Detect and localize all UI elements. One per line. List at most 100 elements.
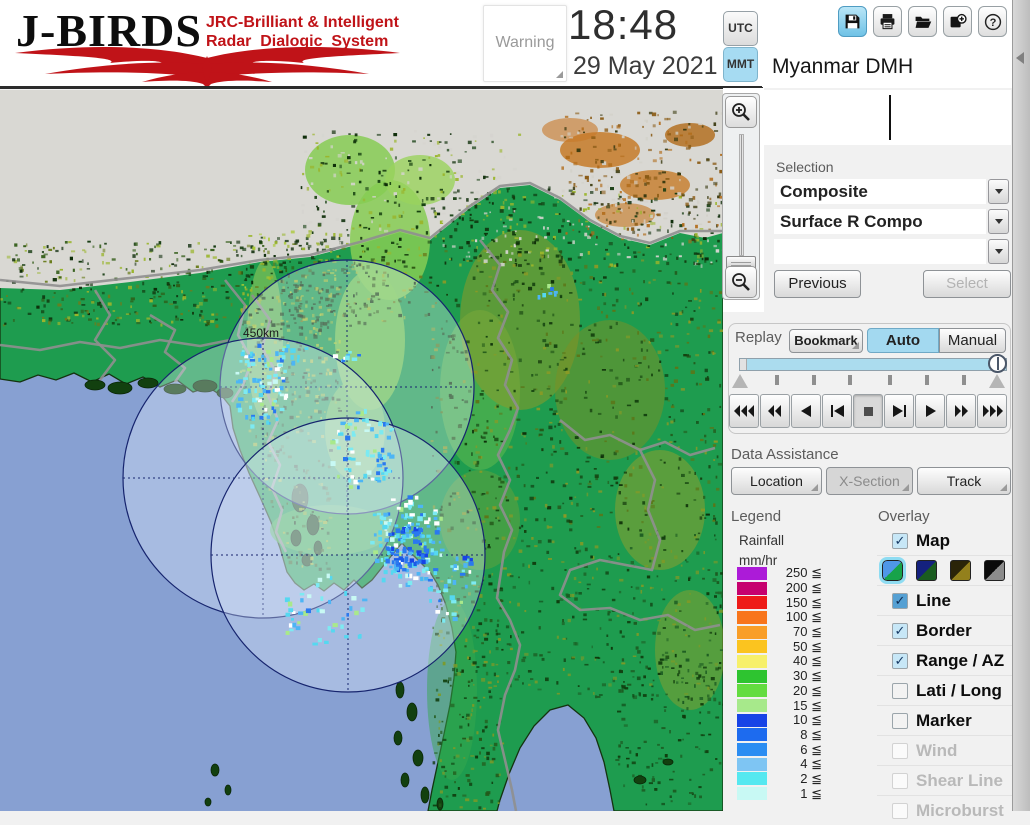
step-forward-button[interactable]: [884, 394, 914, 428]
manual-mode-button[interactable]: Manual: [939, 328, 1006, 353]
step-backward-icon: [830, 405, 844, 417]
fast-rewind-3-button[interactable]: [729, 394, 759, 428]
map-style-swatch[interactable]: [916, 560, 937, 581]
location-button[interactable]: Location: [731, 467, 822, 495]
overlay-row: Microburst: [877, 795, 1012, 825]
legend-label: Legend: [731, 508, 782, 525]
overlay-row: Wind: [877, 735, 1012, 765]
replay-label: Replay: [735, 329, 782, 346]
wind-checkbox: [892, 742, 908, 759]
toolbar: ?: [838, 6, 1007, 37]
range-az-checkbox[interactable]: ✓: [892, 652, 908, 669]
bookmark-button[interactable]: Bookmark: [789, 329, 863, 353]
play-backward-button[interactable]: [791, 394, 821, 428]
new-window-button[interactable]: [943, 6, 972, 37]
legend-color-swatch: [737, 728, 767, 742]
open-folder-icon: [915, 16, 931, 28]
fast-rewind-2-button[interactable]: [760, 394, 790, 428]
step-backward-button[interactable]: [822, 394, 852, 428]
help-icon: ?: [984, 13, 1001, 30]
zoom-out-button[interactable]: [725, 266, 757, 298]
overlay-label: Overlay: [878, 508, 930, 525]
track-button[interactable]: Track: [917, 467, 1011, 495]
range-end-marker[interactable]: [989, 374, 1005, 388]
legend-value: 200 ≦: [785, 580, 822, 596]
legend-value: 30 ≦: [793, 668, 822, 684]
data-assistance-label: Data Assistance: [731, 446, 839, 463]
select-button[interactable]: Select: [923, 270, 1011, 298]
legend-row: 2 ≦: [737, 771, 827, 787]
range-start-marker[interactable]: [732, 374, 748, 388]
legend-color-swatch: [737, 713, 767, 727]
header-divider: [0, 86, 763, 89]
map-canvas: 450km: [0, 90, 723, 811]
slider-tick: [775, 375, 779, 385]
map-style-swatch[interactable]: [879, 557, 906, 584]
x-section-button[interactable]: X-Section: [826, 467, 913, 495]
station-info-box[interactable]: [764, 90, 1011, 145]
legend-color-swatch: [737, 654, 767, 668]
category-dropdown-button[interactable]: [988, 179, 1009, 204]
slider-tick: [812, 375, 816, 385]
help-button[interactable]: ?: [978, 6, 1007, 37]
legend-color-swatch: [737, 610, 767, 624]
map-checkbox[interactable]: ✓: [892, 532, 908, 549]
zoom-slider-track[interactable]: [739, 134, 744, 256]
legend-color-swatch: [737, 566, 767, 580]
legend-row: 4 ≦: [737, 756, 827, 772]
option-dropdown-value[interactable]: [774, 239, 986, 264]
fast-forward-3-button[interactable]: [977, 394, 1007, 428]
print-icon: [880, 14, 895, 30]
overlay-item-label: Map: [916, 530, 950, 550]
legend-color-swatch: [737, 772, 767, 786]
open-file-button[interactable]: [908, 6, 937, 37]
mmt-button[interactable]: MMT: [723, 47, 758, 82]
legend-color-swatch: [737, 596, 767, 610]
line-checkbox[interactable]: ✓: [892, 592, 908, 609]
selection-label: Selection: [776, 159, 834, 175]
product-dropdown-button[interactable]: [988, 209, 1009, 234]
radar-map[interactable]: 450km: [0, 90, 723, 811]
overlay-row: ✓ Map: [877, 526, 1012, 555]
lati-long-checkbox[interactable]: [892, 682, 908, 699]
legend-value: 50 ≦: [793, 638, 822, 654]
legend-color-swatch: [737, 581, 767, 595]
legend-row: 20 ≦: [737, 683, 827, 699]
marker-checkbox[interactable]: [892, 712, 908, 729]
overlay-row: Shear Line: [877, 765, 1012, 795]
legend-value: 10 ≦: [793, 712, 822, 728]
warning-panel[interactable]: Warning: [483, 5, 567, 82]
option-dropdown-button[interactable]: [988, 239, 1009, 264]
legend-color-swatch: [737, 684, 767, 698]
border-checkbox[interactable]: ✓: [892, 622, 908, 639]
stop-button[interactable]: [853, 394, 883, 428]
panel-collapse-rail[interactable]: [1012, 0, 1030, 811]
legend-value: 4 ≦: [800, 756, 822, 772]
cursor-line: [889, 95, 891, 140]
play-forward-icon: [925, 405, 936, 417]
previous-button[interactable]: Previous: [774, 270, 861, 298]
print-button[interactable]: [873, 6, 902, 37]
overlay-list: ✓ Map ✓ Line ✓ Border ✓ Range / AZ Lati / Long Ma…: [877, 526, 1012, 825]
zoom-in-button[interactable]: [725, 96, 757, 128]
auto-mode-button[interactable]: Auto: [867, 328, 939, 353]
legend-color-swatch: [737, 640, 767, 654]
overlay-item-label: Border: [916, 620, 972, 640]
play-forward-button[interactable]: [915, 394, 945, 428]
replay-slider-track[interactable]: [739, 358, 1007, 371]
collapse-arrow-icon[interactable]: [1016, 52, 1024, 64]
overlay-row: Lati / Long: [877, 675, 1012, 705]
fast-forward-3-icon: [982, 405, 1003, 417]
play-backward-icon: [800, 405, 811, 417]
fast-forward-2-button[interactable]: [946, 394, 976, 428]
replay-slider-handle[interactable]: [988, 354, 1007, 373]
save-icon: [845, 14, 860, 29]
legend-row: 150 ≦: [737, 595, 827, 610]
map-style-swatch[interactable]: [950, 560, 971, 581]
product-dropdown-value[interactable]: Surface R Compo: [774, 209, 986, 234]
save-button[interactable]: [838, 6, 867, 37]
legend-value: 6 ≦: [800, 741, 822, 757]
utc-button[interactable]: UTC: [723, 11, 758, 46]
map-style-swatch[interactable]: [984, 560, 1005, 581]
category-dropdown-value[interactable]: Composite: [774, 179, 986, 204]
